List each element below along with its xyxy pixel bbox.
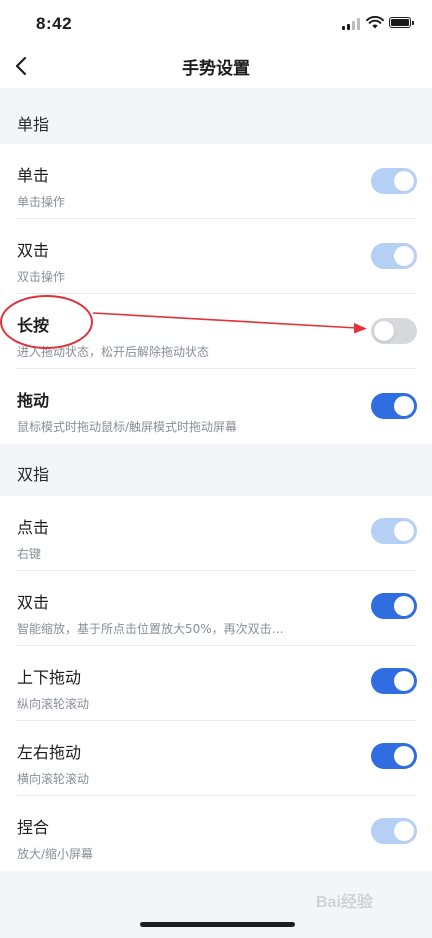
section-header-single-finger: 单指: [0, 94, 432, 150]
status-bar: 8:42: [0, 0, 432, 44]
setting-subtitle: 智能缩放，基于所点击位置放大50%，再次双击…: [17, 622, 284, 636]
setting-subtitle: 放大/缩小屏幕: [17, 847, 94, 861]
toggle-knob: [394, 521, 414, 541]
setting-subtitle: 右键: [17, 547, 42, 561]
long-press-toggle[interactable]: [371, 318, 417, 344]
toggle-knob: [394, 671, 414, 691]
setting-title: 点击: [17, 518, 50, 537]
section-header-label: 双指: [17, 465, 50, 484]
setting-row-vertical-drag: 上下拖动 纵向滚轮滚动: [0, 646, 432, 721]
navigation-bar: 手势设置: [0, 44, 432, 88]
two-finger-double-tap-toggle[interactable]: [371, 593, 417, 619]
vertical-drag-toggle[interactable]: [371, 668, 417, 694]
setting-row-single-double-tap: 双击 双击操作: [0, 219, 432, 294]
toggle-knob: [394, 821, 414, 841]
setting-title: 拖动: [17, 391, 50, 410]
setting-subtitle: 鼠标模式时拖动鼠标/触屏模式时拖动屏幕: [17, 420, 238, 434]
wifi-icon: [366, 16, 384, 29]
drag-toggle[interactable]: [371, 393, 417, 419]
setting-title: 上下拖动: [17, 668, 82, 687]
section-header-two-finger: 双指: [0, 444, 432, 500]
toggle-knob: [394, 396, 414, 416]
single-double-tap-toggle[interactable]: [371, 243, 417, 269]
pinch-toggle[interactable]: [371, 818, 417, 844]
two-finger-tap-toggle[interactable]: [371, 518, 417, 544]
setting-subtitle: 纵向滚轮滚动: [17, 697, 90, 711]
setting-title: 长按: [17, 316, 50, 335]
setting-title: 左右拖动: [17, 743, 82, 762]
toggle-knob: [394, 171, 414, 191]
horizontal-drag-toggle[interactable]: [371, 743, 417, 769]
setting-subtitle: 横向滚轮滚动: [17, 772, 90, 786]
toggle-knob: [394, 246, 414, 266]
page-title: 手势设置: [182, 59, 250, 79]
toggle-knob: [374, 321, 394, 341]
setting-row-two-finger-double-tap: 双击 智能缩放，基于所点击位置放大50%，再次双击…: [0, 571, 432, 646]
toggle-knob: [394, 596, 414, 616]
battery-icon: [389, 17, 414, 28]
setting-title: 单击: [17, 166, 50, 185]
setting-subtitle: 单击操作: [17, 195, 66, 209]
setting-subtitle: 进入拖动状态，松开后解除拖动状态: [17, 345, 210, 359]
setting-title: 双击: [17, 593, 50, 612]
setting-title: 双击: [17, 241, 50, 260]
setting-row-drag: 拖动 鼠标模式时拖动鼠标/触屏模式时拖动屏幕: [0, 369, 432, 444]
baidu-watermark: Bai经验: [316, 894, 373, 911]
setting-row-pinch: 捏合 放大/缩小屏幕: [0, 796, 432, 871]
setting-row-long-press: 长按 进入拖动状态，松开后解除拖动状态: [0, 294, 432, 369]
cellular-signal-icon: [342, 18, 362, 30]
toggle-knob: [394, 746, 414, 766]
setting-row-horizontal-drag: 左右拖动 横向滚轮滚动: [0, 721, 432, 796]
setting-row-two-finger-tap: 点击 右键: [0, 496, 432, 571]
setting-title: 捏合: [17, 818, 50, 837]
home-indicator[interactable]: [140, 922, 295, 927]
status-time: 8:42: [36, 14, 73, 33]
setting-row-single-tap: 单击 单击操作: [0, 144, 432, 219]
single-tap-toggle[interactable]: [371, 168, 417, 194]
setting-subtitle: 双击操作: [17, 270, 66, 284]
section-header-label: 单指: [17, 115, 50, 134]
